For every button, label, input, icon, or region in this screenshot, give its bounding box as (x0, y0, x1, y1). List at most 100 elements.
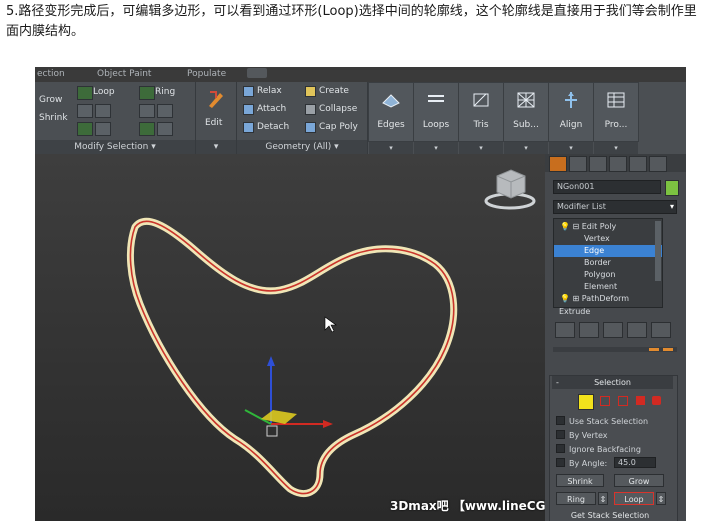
modifier-stack: 💡 ⊟ Edit Poly Vertex Edge Border Polygon… (553, 218, 663, 308)
stack-item-element[interactable]: Element (554, 281, 686, 293)
edit-dropdown[interactable]: ▾ (196, 140, 236, 154)
use-stack-selection-checkbox[interactable]: Use Stack Selection (556, 416, 648, 426)
by-angle-checkbox[interactable]: By Angle: (556, 458, 607, 468)
loop-shift-icon[interactable] (77, 122, 93, 136)
detach-icon (243, 122, 254, 133)
shrink-button[interactable]: Shrink (39, 113, 68, 123)
selection-rollout: - Selection Use Stack Selection By Vertex… (549, 375, 678, 521)
relax-button[interactable]: Relax (257, 86, 282, 96)
stack-item-pathdeform[interactable]: 💡 ⊞ PathDeform (554, 293, 668, 305)
cap-poly-button[interactable]: Cap Poly (319, 122, 358, 132)
view-cube[interactable] (484, 169, 536, 210)
create-button[interactable]: Create (319, 86, 349, 96)
grow-button[interactable]: Grow (39, 95, 62, 105)
ring-button-panel[interactable]: Ring (556, 492, 596, 505)
viewport-canvas (127, 169, 536, 497)
mouse-cursor-icon (324, 316, 337, 333)
subdivide-button[interactable]: Sub... ▾ (503, 82, 549, 155)
edited-poly-shape[interactable] (127, 217, 458, 497)
stack-item-polygon[interactable]: Polygon (554, 269, 686, 281)
get-stack-selection-button[interactable]: Get Stack Selection (556, 510, 664, 521)
polygon-mode-icon[interactable] (636, 396, 645, 405)
create-tab-icon[interactable] (549, 156, 567, 172)
ring-plus-icon[interactable] (139, 104, 155, 118)
rollup-indicator-2 (663, 348, 673, 351)
geometry-group: Relax Attach Detach Create Collapse Cap … (237, 82, 368, 154)
tris-icon (473, 93, 489, 107)
attach-button[interactable]: Attach (257, 104, 286, 114)
loop-button[interactable]: Loop (93, 87, 115, 97)
ring-button[interactable]: Ring (155, 87, 175, 97)
modify-tab-icon[interactable] (569, 156, 587, 172)
tab-selection[interactable]: ection (37, 69, 65, 79)
relax-icon (243, 86, 254, 97)
move-gizmo[interactable] (244, 356, 333, 437)
stack-item-edit-poly[interactable]: 💡 ⊟ Edit Poly (554, 221, 668, 233)
ring-mode-icon[interactable] (157, 122, 173, 136)
stack-item-border[interactable]: Border (554, 257, 686, 269)
show-end-result-icon[interactable] (579, 322, 599, 338)
edit-group: Edit ▾ (196, 82, 237, 154)
hierarchy-tab-icon[interactable] (589, 156, 607, 172)
modify-selection-label[interactable]: Modify Selection ▾ (35, 140, 195, 154)
object-color-swatch[interactable] (665, 180, 679, 196)
element-mode-icon[interactable] (652, 396, 661, 405)
display-tab-icon[interactable] (629, 156, 647, 172)
loops-button[interactable]: Loops ▾ (413, 82, 459, 155)
attach-icon (243, 104, 254, 115)
stack-scrollbar[interactable] (655, 221, 661, 281)
loop-button-panel[interactable]: Loop (614, 492, 654, 505)
remove-modifier-icon[interactable] (627, 322, 647, 338)
rollup-indicator (649, 348, 659, 351)
tab-populate[interactable]: Populate (187, 69, 226, 79)
ring-icon[interactable] (139, 86, 155, 100)
loop-spinner[interactable]: ⇕ (656, 492, 666, 505)
minus-icon[interactable] (95, 104, 111, 118)
collapse-icon (305, 104, 316, 115)
cap-poly-icon (305, 122, 316, 133)
by-angle-spinner[interactable]: 45.0 (614, 457, 656, 468)
loop-mode-icon[interactable] (95, 122, 111, 136)
make-unique-icon[interactable] (603, 322, 623, 338)
properties-button[interactable]: Pro... ▾ (593, 82, 639, 155)
ring-shift-icon[interactable] (139, 122, 155, 136)
ring-spinner[interactable]: ⇕ (598, 492, 608, 505)
pin-stack-icon[interactable] (555, 322, 575, 338)
ribbon-options-icon[interactable] (247, 68, 267, 78)
ring-minus-icon[interactable] (157, 104, 173, 118)
configure-sets-icon[interactable] (651, 322, 671, 338)
grow-button-panel[interactable]: Grow (614, 474, 664, 487)
max-screenshot: ection Object Paint Populate Grow Shrink… (35, 67, 686, 521)
properties-icon (607, 92, 625, 108)
align-button[interactable]: Align ▾ (548, 82, 594, 155)
stack-item-edge[interactable]: Edge (554, 245, 662, 257)
edge-mode-icon[interactable] (578, 394, 594, 410)
shrink-button-panel[interactable]: Shrink (556, 474, 604, 487)
loops-icon (428, 95, 444, 102)
loop-icon[interactable] (77, 86, 93, 100)
by-vertex-checkbox[interactable]: By Vertex (556, 430, 607, 440)
perspective-viewport[interactable]: 3Dmax吧 【www.lineCG.com/tieba/1771】 (35, 154, 667, 521)
detach-button[interactable]: Detach (257, 122, 289, 132)
selection-rollout-header[interactable]: - Selection (552, 376, 673, 389)
motion-tab-icon[interactable] (609, 156, 627, 172)
tab-object-paint[interactable]: Object Paint (97, 69, 151, 79)
ribbon-tab-bar: ection Object Paint Populate (35, 67, 686, 82)
ignore-backfacing-checkbox[interactable]: Ignore Backfacing (556, 444, 641, 454)
collapse-button[interactable]: Collapse (319, 104, 357, 114)
tris-button[interactable]: Tris ▾ (458, 82, 504, 155)
border-mode-icon[interactable] (618, 396, 628, 406)
stack-item-extrude-visible[interactable]: Extrude (553, 307, 667, 317)
object-name-field[interactable]: NGon001 (553, 180, 661, 194)
vertex-mode-icon[interactable] (600, 396, 610, 406)
edges-button[interactable]: Edges ▾ (368, 82, 414, 155)
geometry-label[interactable]: Geometry (All) ▾ (237, 140, 367, 154)
plus-icon[interactable] (77, 104, 93, 118)
subdivide-icon (517, 92, 535, 108)
edit-button[interactable]: Edit (205, 118, 222, 128)
utilities-tab-icon[interactable] (649, 156, 667, 172)
edit-icon (206, 88, 226, 110)
tutorial-caption: 5.路径变形完成后，可编辑多边形，可以看到通过环形(Loop)选择中间的轮廓线，… (6, 4, 697, 39)
modifier-list-dropdown[interactable]: Modifier List ▾ (553, 200, 677, 214)
stack-item-vertex[interactable]: Vertex (554, 233, 686, 245)
